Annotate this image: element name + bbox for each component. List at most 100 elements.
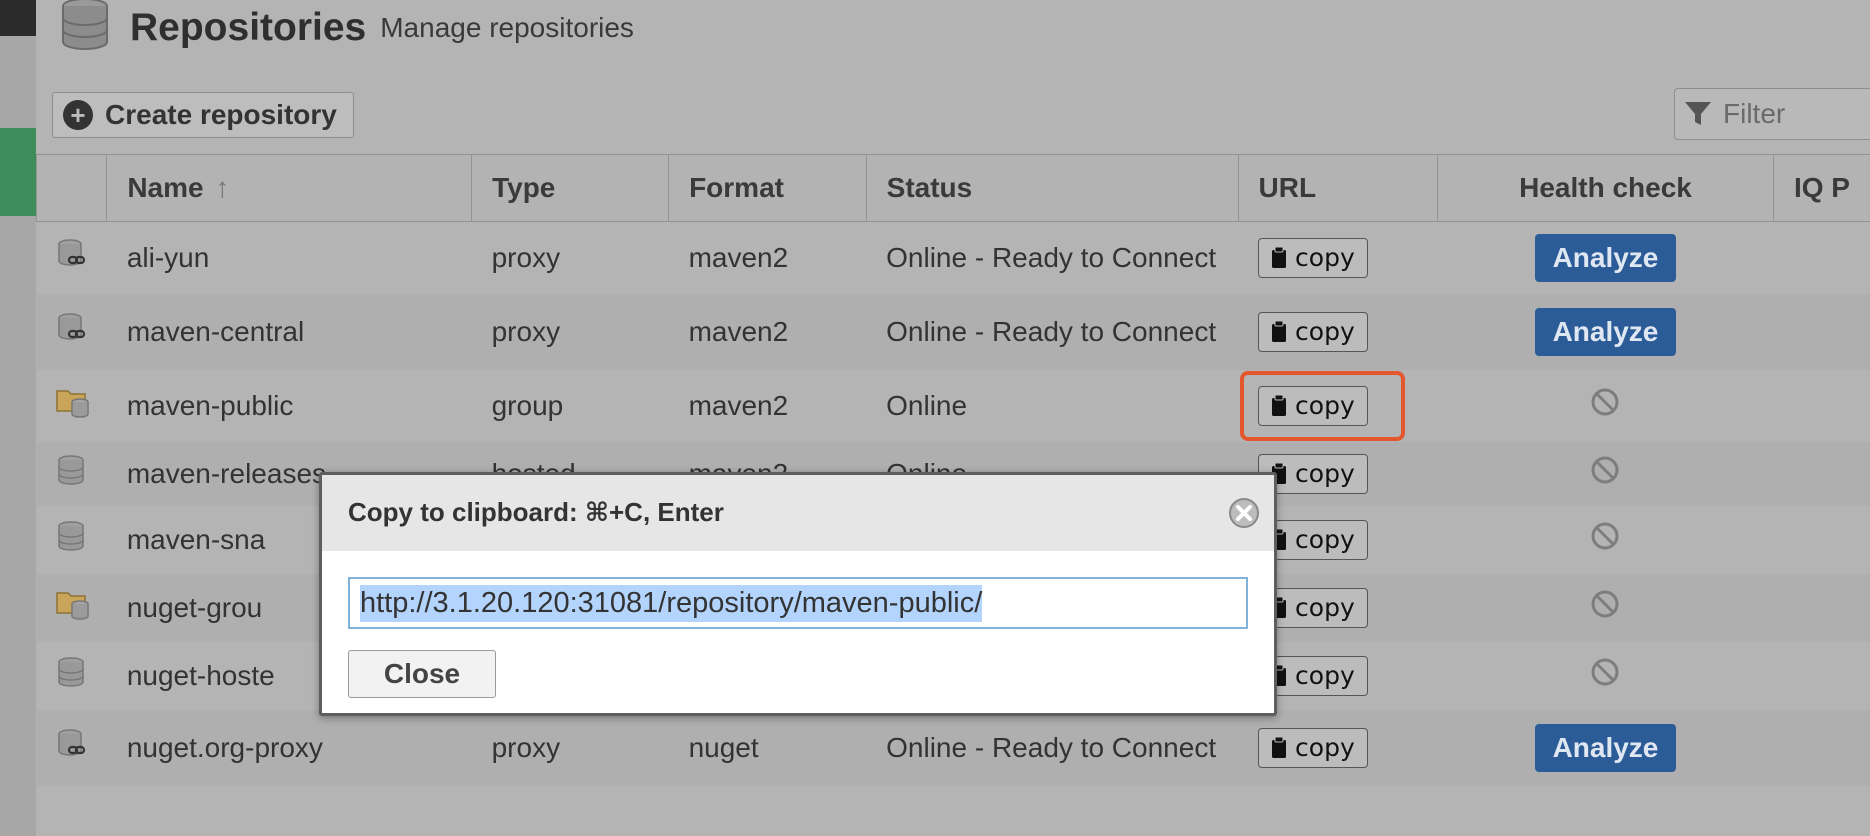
health-check-cell: Analyze: [1437, 709, 1774, 786]
dialog-header: Copy to clipboard: ⌘+C, Enter: [322, 475, 1274, 551]
dialog-title: Copy to clipboard: ⌘+C, Enter: [348, 497, 724, 527]
column-header-icon: [35, 154, 107, 222]
proxy-repository-icon: [55, 729, 89, 767]
main-panel: Repositories Manage repositories + Creat…: [35, 0, 1870, 836]
iq-cell: [1773, 573, 1870, 642]
format-cell: maven2: [668, 221, 867, 294]
repository-type-cell: [36, 293, 107, 370]
hosted-repository-icon: [55, 521, 87, 559]
group-repository-icon: [55, 592, 91, 627]
disabled-icon: [1590, 658, 1620, 693]
sort-ascending-icon: ↑: [215, 172, 230, 203]
table-header-row: Name ↑ Type Format Status URL Health che…: [35, 154, 1870, 222]
analyze-button[interactable]: Analyze: [1534, 723, 1677, 772]
copy-label: copy: [1295, 243, 1355, 273]
type-cell: proxy: [471, 293, 669, 370]
url-text-field[interactable]: http://3.1.20.120:31081/repository/maven…: [348, 577, 1248, 629]
hosted-repository-icon: [55, 657, 87, 695]
status-cell: Online - Ready to Connect: [866, 293, 1239, 370]
copy-label: copy: [1295, 391, 1355, 420]
type-cell: proxy: [471, 709, 669, 786]
clipboard-icon: [1272, 246, 1287, 268]
copy-url-button[interactable]: copy: [1258, 311, 1368, 352]
health-check-cell: [1437, 573, 1774, 642]
health-check-cell: [1437, 369, 1774, 442]
health-check-cell: [1437, 441, 1774, 506]
column-header-name[interactable]: Name ↑: [106, 154, 472, 222]
name-cell: maven-central: [106, 293, 472, 370]
name-cell: nuget.org-proxy: [106, 709, 472, 786]
type-cell: group: [471, 369, 669, 442]
left-nav-active-indicator[interactable]: [0, 128, 36, 216]
repository-type-cell: [36, 709, 107, 786]
column-header-iq[interactable]: IQ P: [1772, 154, 1870, 222]
column-header-status[interactable]: Status: [865, 154, 1239, 222]
database-icon: [62, 0, 108, 50]
column-header-url[interactable]: URL: [1237, 154, 1438, 222]
column-header-name-label: Name: [127, 172, 204, 203]
repository-type-cell: [36, 369, 107, 442]
iq-cell: [1773, 709, 1870, 786]
clipboard-icon: [1272, 320, 1287, 342]
column-header-format[interactable]: Format: [668, 154, 867, 222]
proxy-repository-icon: [55, 239, 89, 277]
proxy-repository-icon: [55, 313, 89, 351]
column-header-health-check[interactable]: Health check: [1437, 154, 1774, 222]
repository-type-cell: [36, 441, 107, 506]
copy-url-button[interactable]: copy: [1258, 385, 1368, 426]
table-row[interactable]: maven-public group maven2 Online copy: [36, 369, 1870, 442]
analyze-button[interactable]: Analyze: [1534, 233, 1677, 282]
copy-label: copy: [1295, 459, 1355, 488]
create-repository-button[interactable]: + Create repository: [52, 92, 354, 138]
url-cell: copy: [1238, 369, 1438, 442]
url-cell: copy: [1238, 221, 1438, 294]
iq-cell: [1773, 293, 1870, 370]
health-check-cell: Analyze: [1437, 221, 1774, 294]
repository-type-cell: [36, 221, 107, 294]
iq-cell: [1773, 441, 1870, 506]
plus-circle-icon: +: [63, 100, 93, 130]
analyze-button[interactable]: Analyze: [1534, 307, 1677, 356]
filter-icon: [1685, 102, 1711, 125]
clipboard-icon: [1272, 394, 1287, 416]
disabled-icon: [1590, 456, 1620, 491]
status-cell: Online - Ready to Connect: [866, 221, 1239, 294]
copy-label: copy: [1295, 593, 1355, 622]
table-row[interactable]: nuget.org-proxy proxy nuget Online - Ready …: [36, 709, 1870, 786]
health-check-cell: [1437, 641, 1774, 710]
status-cell: Online - Ready to Connect: [866, 709, 1239, 786]
iq-cell: [1773, 505, 1870, 574]
iq-cell: [1773, 641, 1870, 710]
repository-type-cell: [36, 505, 107, 574]
health-check-cell: [1437, 505, 1774, 574]
create-repository-label: Create repository: [105, 99, 337, 130]
repository-type-cell: [36, 573, 107, 642]
copy-url-button[interactable]: copy: [1258, 727, 1368, 768]
disabled-icon: [1590, 388, 1620, 423]
filter-placeholder: Filter: [1723, 98, 1786, 129]
disabled-icon: [1590, 522, 1620, 557]
close-button[interactable]: Close: [348, 650, 496, 698]
page-title: Repositories: [130, 6, 367, 49]
status-cell: Online: [866, 369, 1239, 442]
copy-to-clipboard-dialog: Copy to clipboard: ⌘+C, Enter http://3.1…: [319, 472, 1277, 716]
repository-type-cell: [36, 641, 107, 710]
selected-url-text: http://3.1.20.120:31081/repository/maven…: [360, 584, 983, 622]
disabled-icon: [1590, 590, 1620, 625]
table-row[interactable]: maven-central proxy maven2 Online - Ready t…: [36, 293, 1870, 370]
close-icon[interactable]: [1228, 497, 1260, 529]
name-cell: ali-yun: [106, 221, 472, 294]
left-nav-top: [0, 0, 36, 36]
page-subtitle: Manage repositories: [380, 12, 634, 43]
name-cell: maven-public: [106, 369, 472, 442]
table-row[interactable]: ali-yun proxy maven2 Online - Ready to Conn…: [36, 221, 1870, 294]
copy-label: copy: [1295, 525, 1355, 554]
clipboard-icon: [1272, 736, 1287, 758]
url-cell: copy: [1238, 709, 1438, 786]
left-nav-strip: [0, 0, 36, 836]
copy-url-button[interactable]: copy: [1258, 237, 1368, 278]
column-header-type[interactable]: Type: [471, 154, 669, 222]
highlight-box: copy: [1240, 370, 1405, 441]
filter-input[interactable]: Filter: [1674, 88, 1870, 140]
copy-label: copy: [1295, 317, 1355, 346]
